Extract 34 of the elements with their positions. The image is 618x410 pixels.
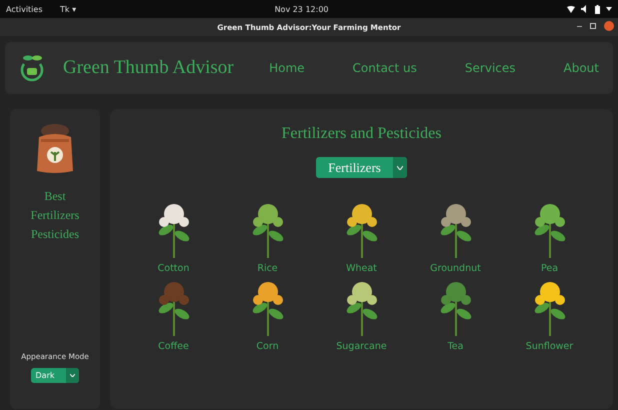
crop-label[interactable]: Rice — [257, 263, 278, 274]
wifi-icon[interactable] — [567, 6, 575, 12]
logo-icon — [19, 54, 45, 82]
nav-link[interactable]: Contact us — [352, 57, 417, 79]
crop-label[interactable]: Cotton — [158, 263, 190, 274]
nav-link[interactable]: About — [564, 57, 599, 79]
nav-link[interactable]: Home — [269, 57, 305, 79]
activities-button[interactable]: Activities — [6, 4, 60, 14]
section-title: Fertilizers and Pesticides — [282, 125, 442, 143]
app-menu[interactable]: Tk ▾ — [60, 4, 76, 14]
crop-label[interactable]: Coffee — [158, 341, 189, 352]
crop-label[interactable]: Pea — [540, 263, 558, 274]
close-button[interactable] — [604, 21, 614, 31]
app-name: Green Thumb Advisor — [63, 57, 235, 79]
crop-label[interactable]: Wheat — [346, 263, 377, 274]
crop-label[interactable]: Tea — [448, 341, 464, 352]
crop-label[interactable]: Sugarcane — [336, 341, 387, 352]
speaker-icon[interactable] — [581, 5, 589, 13]
minimize-icon[interactable] — [577, 25, 582, 27]
sidebar-text: Pesticides — [31, 226, 79, 243]
restore-icon[interactable] — [590, 23, 596, 29]
caret-icon[interactable] — [606, 7, 612, 11]
clock[interactable]: Nov 23 12:00 — [76, 4, 527, 14]
crop-label[interactable]: Sunflower — [526, 341, 574, 352]
appearance-dropdown[interactable]: Dark — [30, 368, 80, 383]
sidebar-text: Best — [44, 188, 66, 205]
chevron-icon — [396, 166, 403, 170]
sidebar-text: Fertilizers — [30, 207, 80, 224]
category-dropdown[interactable]: Fertilizers — [316, 157, 407, 178]
crop-label[interactable]: Groundnut — [430, 263, 481, 274]
chevron-icon — [70, 374, 76, 377]
battery-icon[interactable] — [595, 4, 600, 14]
nav-link[interactable]: Services — [464, 57, 516, 79]
crop-label[interactable]: Corn — [256, 341, 279, 352]
